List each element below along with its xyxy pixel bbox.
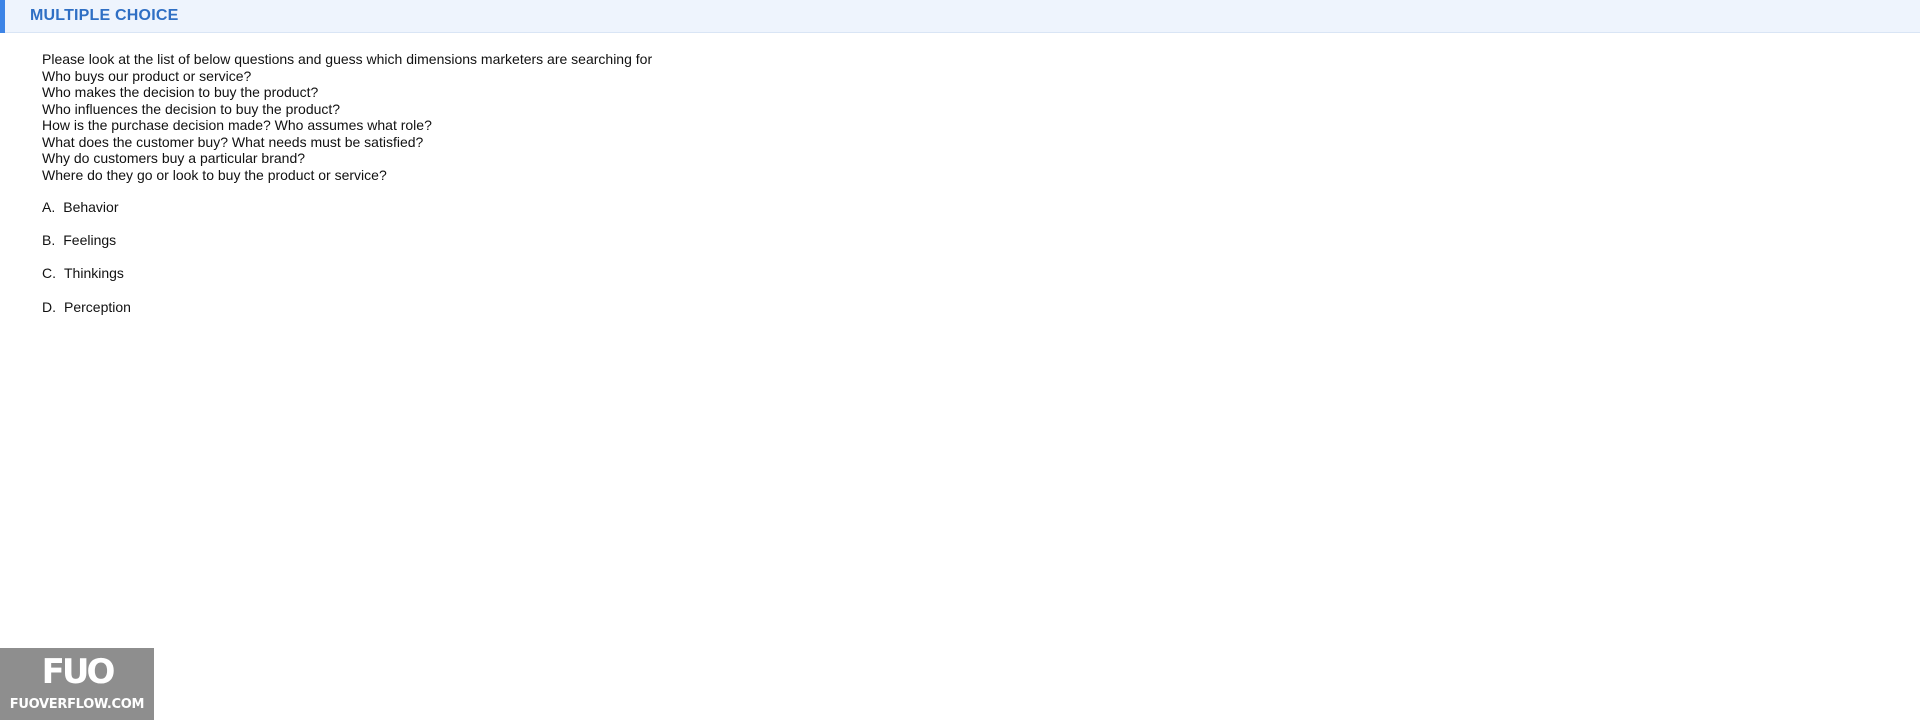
question-text: Please look at the list of below questio… xyxy=(42,51,652,183)
option-label: Thinkings xyxy=(64,265,124,281)
section-title: MULTIPLE CHOICE xyxy=(30,7,179,24)
option-a[interactable]: A. Behavior xyxy=(42,199,119,215)
question-line: Who influences the decision to buy the p… xyxy=(42,100,341,117)
option-letter: D. xyxy=(42,299,56,315)
option-d[interactable]: D. Perception xyxy=(42,299,131,315)
watermark: FUO FUOVERFLOW.COM xyxy=(0,648,154,720)
header-accent-bar xyxy=(0,0,5,33)
question-line: Where do they go or look to buy the prod… xyxy=(42,166,387,183)
question-line: What does the customer buy? What needs m… xyxy=(42,133,424,150)
watermark-site-text: FUOVERFLOW.COM xyxy=(9,697,145,712)
section-header: MULTIPLE CHOICE xyxy=(0,0,1920,33)
question-line: Who makes the decision to buy the produc… xyxy=(42,84,319,100)
watermark-logo: FUO xyxy=(41,652,116,692)
option-letter: A. xyxy=(42,199,56,215)
question-line: Who buys our product or service? xyxy=(42,67,252,84)
option-label: Perception xyxy=(64,299,131,315)
option-label: Behavior xyxy=(63,199,119,215)
question-line: Why do customers buy a particular brand? xyxy=(42,150,306,166)
option-b[interactable]: B. Feelings xyxy=(42,232,116,248)
question-line: Please look at the list of below questio… xyxy=(42,51,653,67)
option-label: Feelings xyxy=(63,232,117,248)
option-letter: B. xyxy=(42,232,56,248)
question-line: How is the purchase decision made? Who a… xyxy=(42,117,432,133)
option-c[interactable]: C. Thinkings xyxy=(42,265,124,281)
option-letter: C. xyxy=(42,265,56,281)
